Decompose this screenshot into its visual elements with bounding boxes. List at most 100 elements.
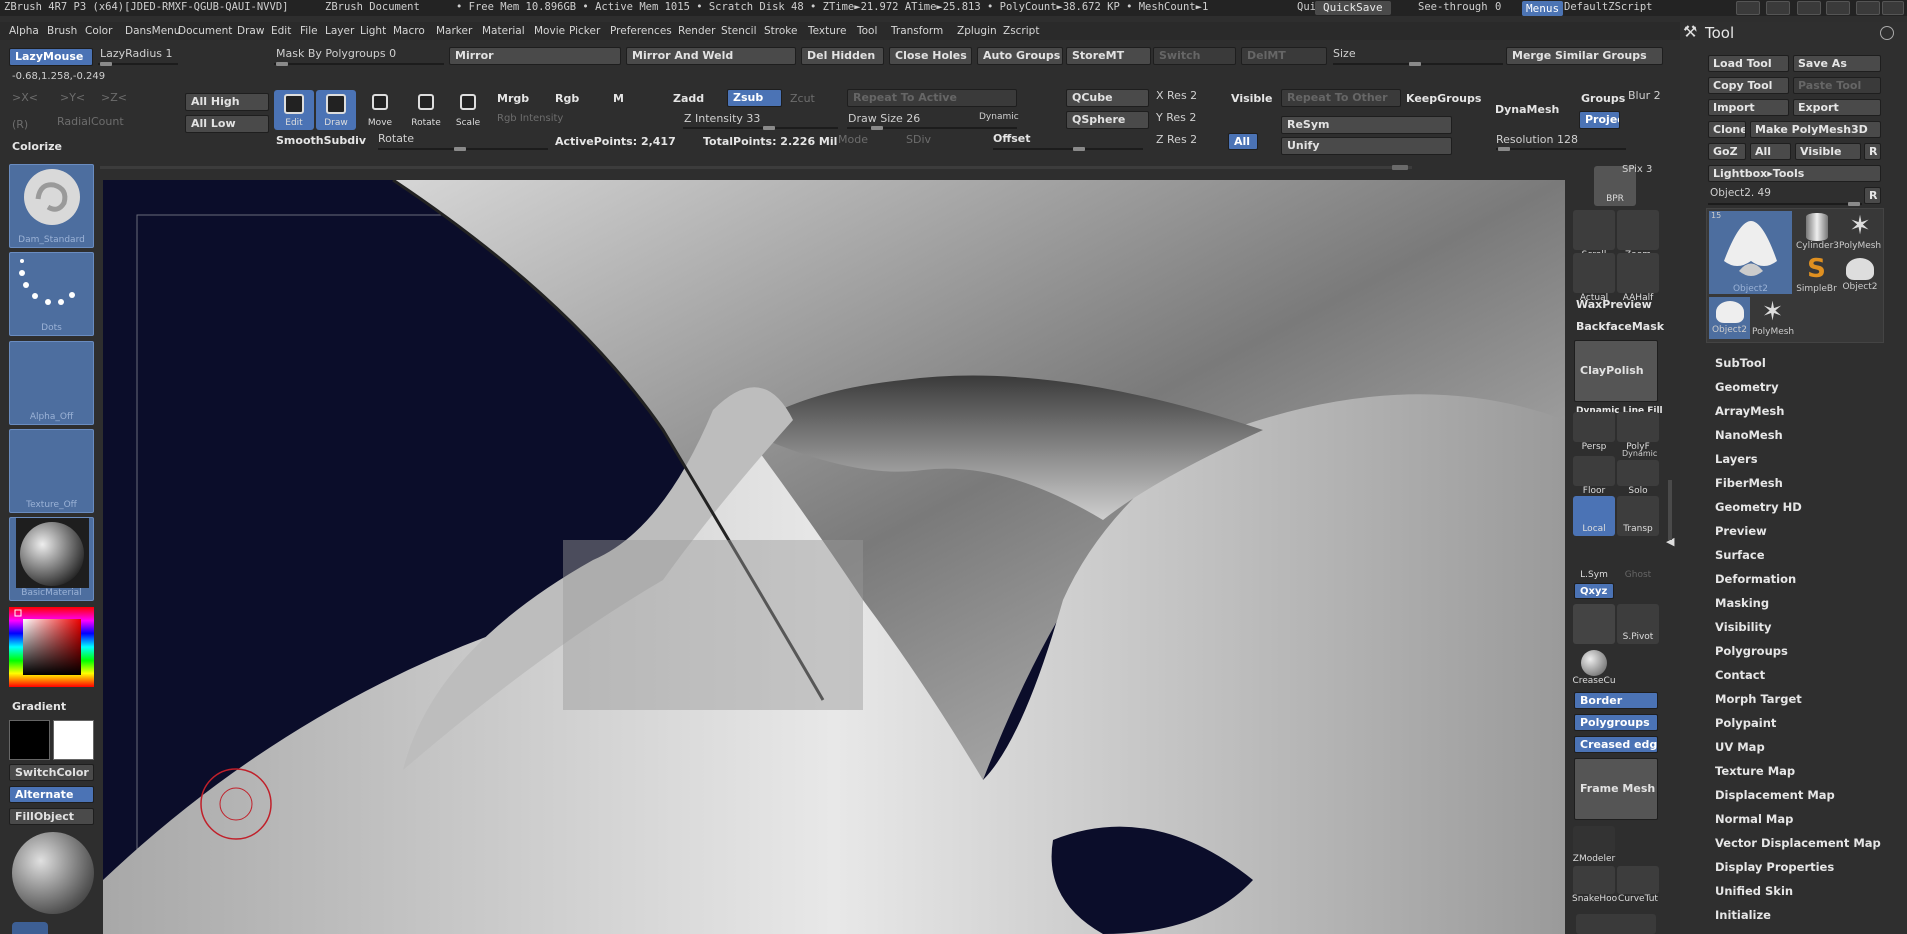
zsub-button[interactable]: Zsub [727,89,782,107]
resym-button[interactable]: ReSym [1281,116,1452,134]
tool-polygroups[interactable]: Polygroups [1715,644,1788,658]
menus-button[interactable]: Menus [1522,1,1564,16]
menu-item[interactable]: Color [85,25,112,37]
minimize-button[interactable] [1826,1,1850,15]
groups-button[interactable]: Groups [1581,92,1625,105]
tool-masking[interactable]: Masking [1715,596,1769,610]
solo-button[interactable]: Solo [1616,460,1660,496]
m-button[interactable]: M [613,92,624,105]
menu-item[interactable]: Transform [891,25,943,37]
mask-polygroups-track[interactable] [274,62,444,66]
repeat-to-active-button[interactable]: Repeat To Active [847,89,1017,107]
waxpreview-button[interactable]: WaxPreview [1576,298,1652,311]
secondary-color-swatch[interactable] [53,720,94,760]
bottom-thumb[interactable] [12,922,48,934]
rgb-button[interactable]: Rgb [555,92,579,105]
mrgb-button[interactable]: Mrgb [497,92,529,105]
claypolish-button[interactable]: ClayPolish [1574,340,1658,402]
import-button[interactable]: Import [1708,99,1789,116]
lazyradius-track[interactable] [98,62,178,66]
rotate-track[interactable] [378,147,548,151]
menu-item[interactable]: Alpha [9,25,39,37]
menu-item[interactable]: Zscript [1003,25,1039,37]
project-button[interactable]: Projec [1579,111,1620,129]
draw-size-track[interactable] [847,126,1017,130]
radialcount-slider[interactable]: RadialCount [57,115,124,128]
snakehook-button[interactable]: SnakeHoo [1572,866,1617,904]
quicksave-button[interactable]: QuickSave [1315,1,1391,15]
symmetry-y[interactable]: >Y< [60,91,85,104]
blur-slider[interactable]: Blur 2 [1628,89,1661,102]
object-slider[interactable]: Object2. 49 [1710,187,1771,199]
tool-morph-target[interactable]: Morph Target [1715,692,1802,706]
tool-contact[interactable]: Contact [1715,668,1765,682]
tool-nanomesh[interactable]: NanoMesh [1715,428,1783,442]
curvetube-button[interactable]: CurveTut [1616,866,1660,904]
menu-item[interactable]: Texture [808,25,846,37]
tool-thumb-cylinder3[interactable]: Cylinder3 [1796,211,1839,253]
window-button-3[interactable] [1797,1,1821,15]
lazymouse-button[interactable]: LazyMouse [9,48,93,66]
repeat-to-other-button[interactable]: Repeat To Other [1281,89,1401,107]
merge-similar-groups-button[interactable]: Merge Similar Groups [1506,47,1663,65]
menu-item[interactable]: Light [360,25,386,37]
spix-slider[interactable]: SPix 3 [1622,164,1652,175]
paste-tool-button[interactable]: Paste Tool [1793,77,1881,94]
preview-sphere[interactable] [12,832,94,914]
tool-initialize[interactable]: Initialize [1715,908,1771,922]
aahalf-button[interactable]: AAHalf [1616,253,1660,303]
frame-mesh-button[interactable]: Frame Mesh [1574,758,1658,820]
resolution-slider[interactable]: Resolution 128 [1496,133,1578,146]
creasecu-button[interactable]: CreaseCu [1572,650,1616,686]
resolution-track[interactable] [1496,147,1626,151]
object-r-button[interactable]: R [1864,187,1881,204]
close-button[interactable] [1882,1,1904,15]
tool-thumb-polymesh[interactable]: ✶ PolyMesh [1839,211,1881,253]
creased-edges-button[interactable]: Creased edges [1574,736,1658,753]
menu-item[interactable]: Render [678,25,715,37]
menu-item[interactable]: Stroke [764,25,797,37]
dynamic-button[interactable]: Dynamic [979,112,1019,122]
tool-layers[interactable]: Layers [1715,452,1758,466]
alpha-selector[interactable]: Alpha_Off [9,341,94,425]
texture-selector[interactable]: Texture_Off [9,429,94,513]
size-slider[interactable]: Size [1333,47,1356,60]
tool-visibility[interactable]: Visibility [1715,620,1771,634]
actual-button[interactable]: Actual [1572,253,1616,303]
offset-track[interactable] [993,147,1143,151]
frame-pivot-button[interactable] [1572,604,1616,644]
symmetry-x[interactable]: >X< [12,91,38,104]
tool-preview[interactable]: Preview [1715,524,1767,538]
draw-size-slider[interactable]: Draw Size 26 [848,112,920,125]
lsym-button[interactable]: L.Sym [1572,544,1616,580]
transp-button[interactable]: Transp [1616,496,1660,536]
menu-item[interactable]: Picker [569,25,600,37]
panel-scrollbar[interactable] [1668,480,1672,540]
size-track[interactable] [1333,62,1503,66]
ghost-button[interactable]: Ghost [1616,544,1660,580]
tool-geometry[interactable]: Geometry [1715,380,1779,394]
main-color-swatch[interactable] [9,720,50,760]
all-low-button[interactable]: All Low [185,115,269,133]
goz-r-button[interactable]: R [1864,143,1881,160]
qcube-button[interactable]: QCube [1066,89,1149,107]
menu-item[interactable]: Stencil [721,25,757,37]
smoothsubdiv-button[interactable]: SmoothSubdiv [276,134,366,147]
persp-button[interactable]: Persp [1572,412,1616,452]
scale-button[interactable]: Scale [448,90,488,130]
load-tool-button[interactable]: Load Tool [1708,55,1789,72]
z-intensity-slider[interactable]: Z Intensity 33 [684,112,760,125]
storemt-button[interactable]: StoreMT [1066,47,1151,65]
del-hidden-button[interactable]: Del Hidden [801,47,884,65]
menu-item[interactable]: Material [482,25,525,37]
menu-item[interactable]: DansMenu [125,25,180,37]
goz-visible-button[interactable]: Visible [1795,143,1861,160]
object-slider-track[interactable] [1708,202,1862,206]
x-res-slider[interactable]: X Res 2 [1156,89,1197,102]
menu-item[interactable]: Layer [325,25,354,37]
all-high-button[interactable]: All High [185,93,269,111]
maximize-button[interactable] [1856,1,1880,15]
menu-item[interactable]: Movie [534,25,565,37]
color-picker[interactable] [9,607,94,687]
tool-thumb-object2-c[interactable]: Object2 [1709,297,1750,339]
